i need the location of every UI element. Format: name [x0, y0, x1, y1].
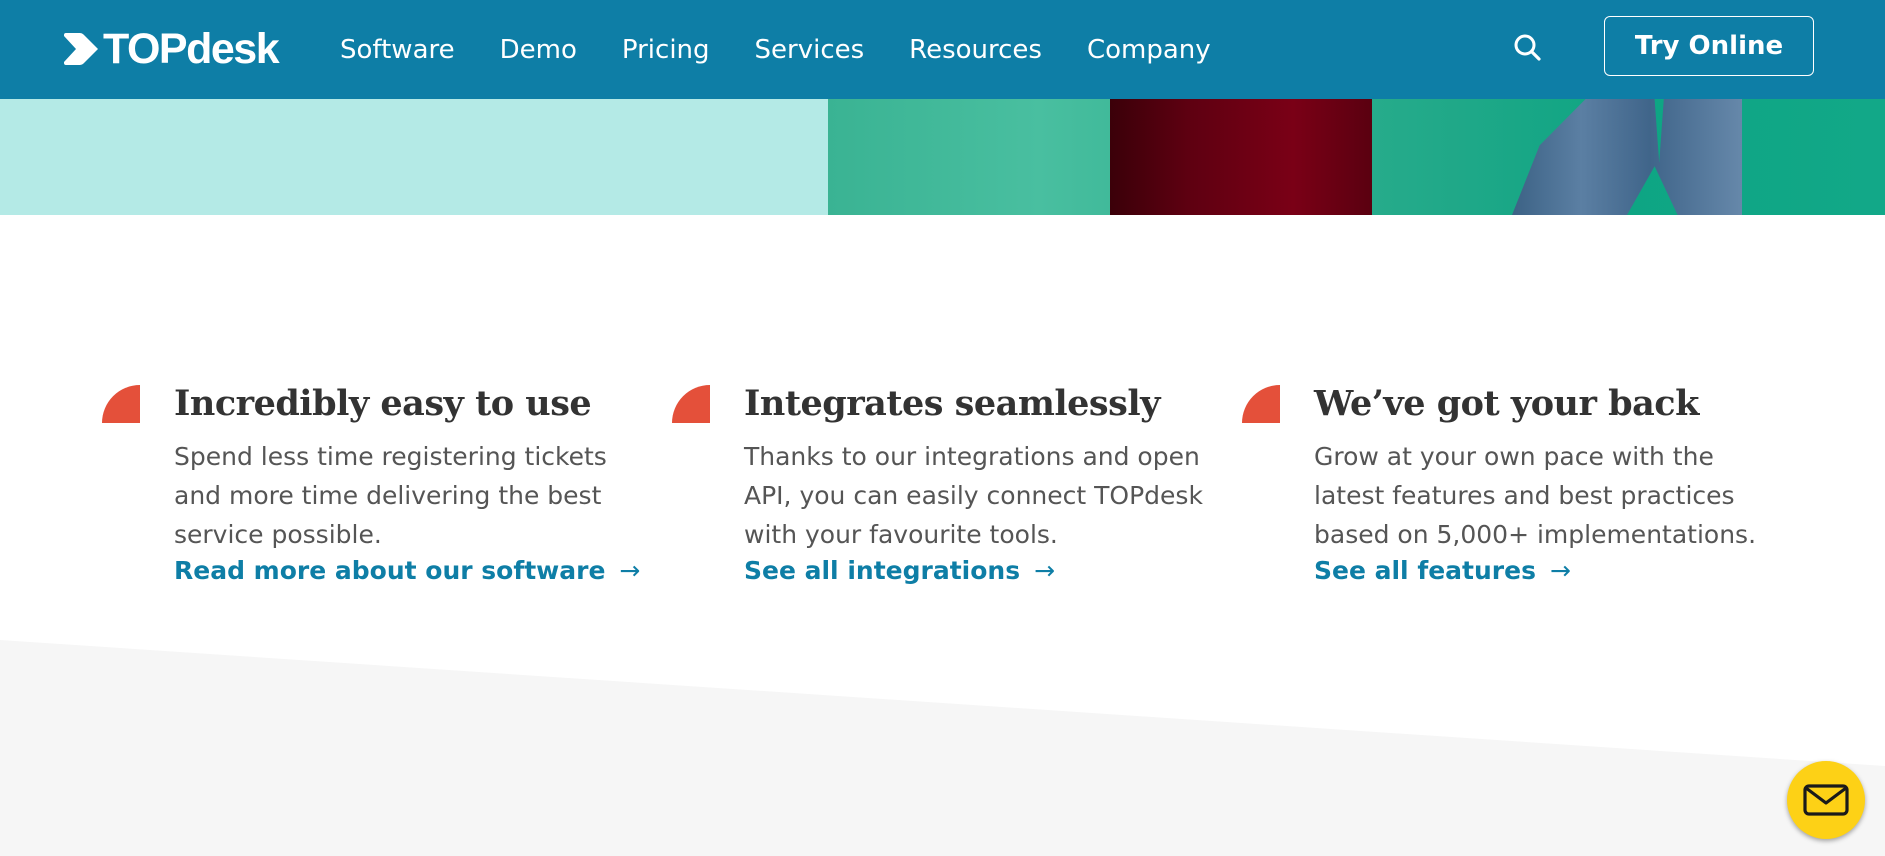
bottom-section-background: [0, 640, 1885, 856]
feature-description: Grow at your own pace with the latest fe…: [1314, 442, 1757, 549]
quarter-circle-icon: [102, 385, 140, 423]
hero-photo-dress: [1110, 99, 1372, 215]
site-header: TOPdesk Software Demo Pricing Services R…: [0, 0, 1885, 99]
search-icon: [1514, 34, 1541, 61]
arrow-right-icon: →: [1549, 556, 1571, 585]
mail-icon: [1803, 784, 1849, 816]
nav-item-services[interactable]: Services: [755, 35, 865, 65]
main-nav: Software Demo Pricing Services Resources…: [340, 0, 1256, 99]
link-label: See all features: [1314, 556, 1536, 585]
nav-item-software[interactable]: Software: [340, 35, 455, 65]
nav-item-company[interactable]: Company: [1087, 35, 1211, 65]
link-label: See all integrations: [744, 556, 1021, 585]
feature-description: Thanks to our integrations and open API,…: [744, 442, 1203, 549]
hero-photo-jeans: [1512, 99, 1742, 215]
nav-item-resources[interactable]: Resources: [909, 35, 1042, 65]
feature-title: Incredibly easy to use: [174, 383, 592, 424]
hero-photo: [828, 99, 1885, 215]
see-all-features-link[interactable]: See all features →: [1314, 553, 1571, 589]
see-all-integrations-link[interactable]: See all integrations →: [744, 553, 1055, 589]
logo-text: TOPdesk: [103, 25, 280, 73]
topdesk-logo[interactable]: TOPdesk: [62, 25, 280, 73]
nav-item-pricing[interactable]: Pricing: [622, 35, 710, 65]
feature-title: Integrates seamlessly: [744, 383, 1160, 424]
quarter-circle-icon: [1242, 385, 1280, 423]
quarter-circle-icon: [672, 385, 710, 423]
arrow-right-icon: →: [619, 556, 641, 585]
chat-button[interactable]: [1787, 761, 1865, 839]
nav-item-demo[interactable]: Demo: [500, 35, 577, 65]
topdesk-logo-mark-icon: [64, 33, 98, 65]
read-more-software-link[interactable]: Read more about our software →: [174, 553, 640, 589]
arrow-right-icon: →: [1034, 556, 1056, 585]
link-label: Read more about our software: [174, 556, 606, 585]
search-button[interactable]: [1510, 30, 1546, 66]
try-online-button[interactable]: Try Online: [1604, 16, 1814, 76]
feature-description: Spend less time registering tickets and …: [174, 442, 607, 549]
feature-title: We’ve got your back: [1314, 383, 1699, 424]
